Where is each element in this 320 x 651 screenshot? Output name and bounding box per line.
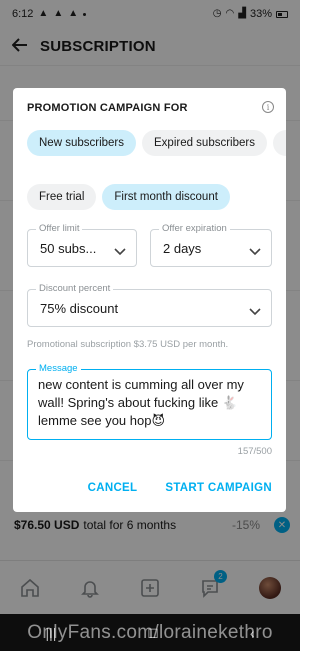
cancel-button[interactable]: CANCEL <box>88 482 138 494</box>
system-nav-bar: ||| ◻ ‹ <box>0 614 300 651</box>
chip-expired-subscribers[interactable]: Expired subscribers <box>142 130 267 156</box>
info-icon[interactable]: i <box>262 101 274 113</box>
offer-expiration-value: 2 days <box>163 241 202 256</box>
promotional-price-note: Promotional subscription $3.75 USD per m… <box>27 339 229 350</box>
dialog-title: PROMOTION CAMPAIGN FOR <box>27 102 188 114</box>
message-textarea[interactable]: Message new content is cumming all over … <box>27 363 272 440</box>
discount-percent-value: 75% discount <box>40 301 119 316</box>
type-chip-group: Free trial First month discount <box>27 184 230 210</box>
home-button-icon[interactable]: ◻ <box>147 624 159 641</box>
recent-apps-icon[interactable]: ||| <box>45 625 56 641</box>
offer-limit-value: 50 subs... <box>40 241 97 256</box>
chip-free-trial[interactable]: Free trial <box>27 184 97 210</box>
offer-expiration-label: Offer expiration <box>159 223 230 234</box>
audience-chip-group: New subscribers Expired subscribers <box>27 130 286 156</box>
discount-percent-select[interactable]: Discount percent 75% discount <box>27 283 272 327</box>
back-button-icon[interactable]: ‹ <box>250 625 255 641</box>
dialog-actions: CANCEL START CAMPAIGN <box>88 482 272 494</box>
chevron-down-icon <box>249 243 261 261</box>
chip-more-partial[interactable] <box>272 130 286 156</box>
message-value: new content is cumming all over my wall!… <box>38 377 244 428</box>
chevron-down-icon <box>249 303 261 321</box>
promotion-campaign-dialog: PROMOTION CAMPAIGN FOR i New subscribers… <box>13 88 286 512</box>
message-label: Message <box>36 363 81 374</box>
chip-new-subscribers[interactable]: New subscribers <box>27 130 136 156</box>
start-campaign-button[interactable]: START CAMPAIGN <box>165 482 272 494</box>
offer-limit-select[interactable]: Offer limit 50 subs... <box>27 223 137 267</box>
discount-percent-label: Discount percent <box>36 283 114 294</box>
chevron-down-icon <box>114 243 126 261</box>
chip-first-month-discount[interactable]: First month discount <box>102 184 230 210</box>
offer-expiration-select[interactable]: Offer expiration 2 days <box>150 223 272 267</box>
offer-limit-label: Offer limit <box>36 223 83 234</box>
character-counter: 157/500 <box>237 446 272 457</box>
